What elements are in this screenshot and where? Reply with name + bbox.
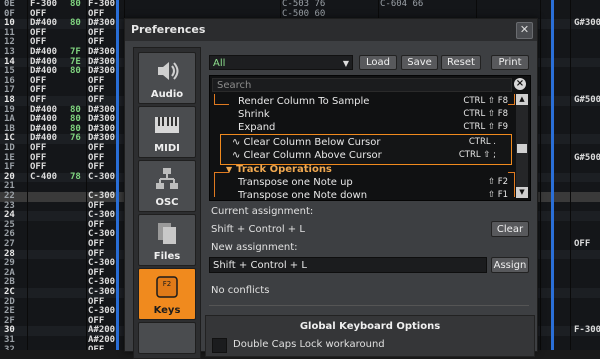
list-item-label: Transpose one Note down <box>238 190 368 201</box>
highlight-bracket <box>214 172 229 197</box>
key-icon: F2 <box>156 276 178 298</box>
scroll-down-icon[interactable]: ▼ <box>516 187 528 198</box>
highlight-bracket <box>214 94 229 105</box>
volume-cell: 78 <box>70 171 81 182</box>
sidebar-item-midi[interactable]: MIDI <box>138 106 196 158</box>
sidebar-item-label: Keys <box>153 305 181 316</box>
sidebar-item-files[interactable]: Files <box>138 214 196 266</box>
list-item-label: ∿ Clear Column Below Cursor <box>232 137 381 148</box>
speaker-icon <box>158 62 179 80</box>
track-separator <box>27 0 28 350</box>
note-cell: G#500 <box>574 95 600 105</box>
sidebar-item-audio[interactable]: Audio <box>138 52 196 104</box>
track-separator <box>86 0 87 350</box>
current-assignment-value: Shift + Control + L <box>211 224 305 235</box>
dialog-title: Preferences <box>131 23 206 36</box>
keys-panel: All ▼ Load Save Reset Print Search × Ren… <box>205 47 533 347</box>
list-item-label: ∿ Clear Column Above Cursor <box>232 150 382 161</box>
save-button[interactable]: Save <box>401 55 438 70</box>
note-cell: C-400 <box>30 171 58 182</box>
search-input[interactable]: Search <box>212 78 512 92</box>
list-item[interactable]: Expand CTRL ⇧ F9 <box>238 121 508 134</box>
clear-search-icon[interactable]: × <box>514 78 526 90</box>
conflicts-status: No conflicts <box>211 285 270 296</box>
note-cell: C-604 66 <box>380 0 424 9</box>
sidebar-item-label: Audio <box>150 89 184 100</box>
new-assignment-field[interactable]: Shift + Control + L <box>209 257 487 273</box>
preferences-sidebar: Audio MIDI OSC Files F2 Keys <box>133 47 201 359</box>
key-icon-text: F2 <box>163 280 171 288</box>
list-item-shortcut: ⇧ F2 <box>487 177 508 187</box>
preferences-dialog: Preferences ✕ Audio MIDI OSC Files F2 Ke… <box>124 18 538 359</box>
note-cell: OFF <box>574 239 591 249</box>
clear-button[interactable]: Clear <box>491 221 529 237</box>
category-filter-value: All <box>213 58 226 69</box>
reset-button[interactable]: Reset <box>441 55 481 70</box>
list-item-shortcut: CTRL ⇧ F9 <box>463 122 508 132</box>
volume-cell: 76 <box>70 133 81 144</box>
global-options-heading: Global Keyboard Options <box>299 321 441 332</box>
current-assignment-label: Current assignment: <box>211 206 314 217</box>
load-button[interactable]: Load <box>359 55 397 70</box>
list-item-shortcut: CTRL . <box>468 137 496 147</box>
list-item-label: Shrink <box>238 109 270 120</box>
keyboard-icon <box>155 117 179 133</box>
volume-cell: 80 <box>70 18 81 29</box>
note-cell: F-300 <box>574 325 600 336</box>
note-cell: G#300 <box>574 18 600 29</box>
network-icon <box>156 168 178 189</box>
list-item-shortcut: CTRL ⇧ ; <box>458 150 496 160</box>
track-separator <box>570 0 571 350</box>
highlight-bracket <box>508 172 515 197</box>
scroll-up-icon[interactable]: ▲ <box>516 94 528 105</box>
sidebar-item-label: MIDI <box>154 143 180 154</box>
volume-cell: 80 <box>70 66 81 77</box>
column-scroll-marker <box>116 0 119 350</box>
list-item[interactable]: Transpose one Note down ⇧ F1 <box>238 189 508 202</box>
list-item-shortcut: CTRL ⇧ F8 <box>463 96 508 106</box>
note-cell: G#500 <box>574 152 600 163</box>
note-cell: OFF <box>88 344 105 350</box>
key-bindings-list[interactable]: Search × Render Column To Sample CTRL ⇧ … <box>209 75 531 201</box>
list-group-header[interactable]: ▼ Track Operations <box>226 163 496 176</box>
category-filter-select[interactable]: All ▼ <box>209 55 353 70</box>
new-assignment-label: New assignment: <box>211 242 298 253</box>
print-button[interactable]: Print <box>491 55 529 70</box>
list-item-selected[interactable]: ∿ Clear Column Below Cursor CTRL . <box>232 136 496 149</box>
divider <box>209 305 529 306</box>
volume-cell: 80 <box>70 0 81 9</box>
list-item-label: Expand <box>238 122 276 133</box>
sidebar-item-label: OSC <box>155 197 179 208</box>
chevron-down-icon: ▼ <box>342 59 349 68</box>
close-icon[interactable]: ✕ <box>516 22 533 39</box>
sidebar-item-osc[interactable]: OSC <box>138 160 196 212</box>
dialog-titlebar[interactable]: Preferences ✕ <box>125 19 537 41</box>
list-item-label: Transpose one Note up <box>238 177 353 188</box>
row-number: 32 <box>4 344 15 350</box>
global-keyboard-options: Global Keyboard Options Double Caps Lock… <box>205 315 535 357</box>
sidebar-item-label: Files <box>153 251 181 262</box>
double-caps-lock-checkbox[interactable] <box>212 338 227 353</box>
highlight-bracket <box>508 94 515 105</box>
list-item[interactable]: Transpose one Note up ⇧ F2 <box>238 176 508 189</box>
track-separator <box>540 0 541 350</box>
assign-button[interactable]: Assign <box>491 257 529 273</box>
column-scroll-marker <box>551 0 554 350</box>
list-group-label: Track Operations <box>236 164 332 175</box>
list-item-shortcut: CTRL ⇧ F8 <box>463 109 508 119</box>
sidebar-item-keys[interactable]: F2 Keys <box>138 268 196 320</box>
list-item[interactable]: Shrink CTRL ⇧ F8 <box>238 108 508 121</box>
list-item-shortcut: ⇧ F1 <box>487 190 508 200</box>
list-item[interactable]: Render Column To Sample CTRL ⇧ F8 <box>238 95 508 108</box>
list-item-selected[interactable]: ∿ Clear Column Above Cursor CTRL ⇧ ; <box>232 149 496 162</box>
note-cell: C-300 <box>88 171 116 182</box>
list-scrollbar[interactable]: ▲ ▼ <box>516 94 528 198</box>
sidebar-item-more[interactable] <box>138 322 196 354</box>
scrollbar-thumb[interactable] <box>517 144 527 153</box>
files-icon <box>158 223 176 244</box>
double-caps-lock-label: Double Caps Lock workaround <box>233 339 385 350</box>
list-item-label: Render Column To Sample <box>238 96 370 107</box>
